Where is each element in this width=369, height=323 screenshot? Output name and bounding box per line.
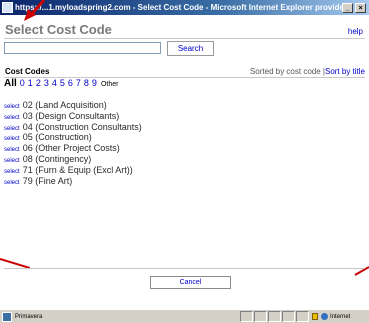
filter-2[interactable]: 2 [36, 78, 41, 88]
list-item: select 06 (Other Project Costs) [4, 143, 142, 154]
ie-page-icon [2, 2, 13, 13]
globe-icon [321, 313, 328, 320]
list-item: select 71 (Furn & Equip (Excl Art)) [4, 165, 142, 176]
cost-code-label: 05 (Construction) [22, 132, 92, 143]
minimize-button[interactable]: _ [342, 2, 353, 13]
status-bar: Primavera Internet [0, 309, 369, 323]
search-button[interactable]: Search [167, 41, 214, 56]
footer-divider [4, 268, 365, 269]
filter-3[interactable]: 3 [44, 78, 49, 88]
list-item: select 02 (Land Acquisition) [4, 100, 142, 111]
select-link[interactable]: select [4, 115, 20, 121]
status-pane [254, 311, 267, 322]
help-link[interactable]: help [348, 27, 363, 36]
lock-icon [312, 313, 318, 320]
header-divider [4, 38, 365, 39]
cost-code-label: 02 (Land Acquisition) [22, 100, 107, 110]
filter-8[interactable]: 8 [84, 78, 89, 88]
cost-code-label: 79 (Fine Art) [22, 175, 73, 186]
window-titlebar: https://...1.myloadspring2.com - Select … [0, 0, 369, 15]
annotation-arrow-icon [24, 0, 46, 21]
select-link[interactable]: select [4, 104, 20, 110]
status-panes [240, 311, 310, 322]
cost-code-label: 04 (Construction Consultants) [22, 121, 142, 132]
list-item: select 08 (Contingency) [4, 154, 142, 165]
cost-code-label: 06 (Other Project Costs) [22, 143, 120, 154]
filter-4[interactable]: 4 [52, 78, 57, 88]
status-text: Primavera [15, 314, 43, 320]
select-link[interactable]: select [4, 158, 20, 164]
select-link[interactable]: select [4, 126, 20, 132]
status-pane [282, 311, 295, 322]
page-done-icon [2, 312, 12, 322]
select-link[interactable]: select [4, 136, 20, 142]
list-item: select 79 (Fine Art) [4, 176, 142, 187]
filter-1[interactable]: 1 [28, 78, 33, 88]
filter-5[interactable]: 5 [60, 78, 65, 88]
filter-6[interactable]: 6 [68, 78, 73, 88]
cost-code-list: select 02 (Land Acquisition) select 03 (… [4, 100, 142, 186]
annotation-line-icon [354, 266, 369, 276]
list-item: select 04 (Construction Consultants) [4, 122, 142, 133]
cost-code-label: 03 (Design Consultants) [22, 110, 120, 121]
filter-9[interactable]: 9 [92, 78, 97, 88]
select-link[interactable]: select [4, 147, 20, 153]
sort-status: Sorted by cost code [249, 67, 321, 76]
status-left: Primavera [2, 312, 42, 322]
cancel-button[interactable]: Cancel [150, 276, 231, 289]
search-input[interactable] [4, 42, 161, 54]
list-item: select 05 (Construction) [4, 132, 142, 143]
list-item: select 03 (Design Consultants) [4, 111, 142, 122]
filter-all[interactable]: All [4, 78, 17, 89]
window-title: https://...1.myloadspring2.com - Select … [15, 3, 342, 12]
select-link[interactable]: select [4, 169, 20, 175]
page-title: Select Cost Code [5, 22, 112, 37]
cost-code-label: 08 (Contingency) [22, 153, 92, 164]
security-zone: Internet [312, 311, 367, 322]
filter-0[interactable]: 0 [20, 78, 25, 88]
zone-text: Internet [330, 313, 351, 320]
annotation-line-icon [0, 258, 30, 269]
filter-other[interactable]: Other [101, 81, 119, 88]
cost-code-label: 71 (Furn & Equip (Excl Art)) [22, 164, 133, 175]
status-pane [296, 311, 309, 322]
filter-7[interactable]: 7 [76, 78, 81, 88]
page-header: Select Cost Code help [4, 22, 365, 38]
section-title: Cost Codes [5, 67, 50, 76]
filter-bar: All 0 1 2 3 4 5 6 7 8 9 Other [4, 78, 118, 91]
status-pane [268, 311, 281, 322]
select-link[interactable]: select [4, 180, 20, 186]
status-pane [240, 311, 253, 322]
close-button[interactable]: × [355, 2, 366, 13]
sort-info: Sorted by cost code |Sort by title [250, 67, 365, 76]
sort-by-title-link[interactable]: Sort by title [325, 67, 365, 76]
